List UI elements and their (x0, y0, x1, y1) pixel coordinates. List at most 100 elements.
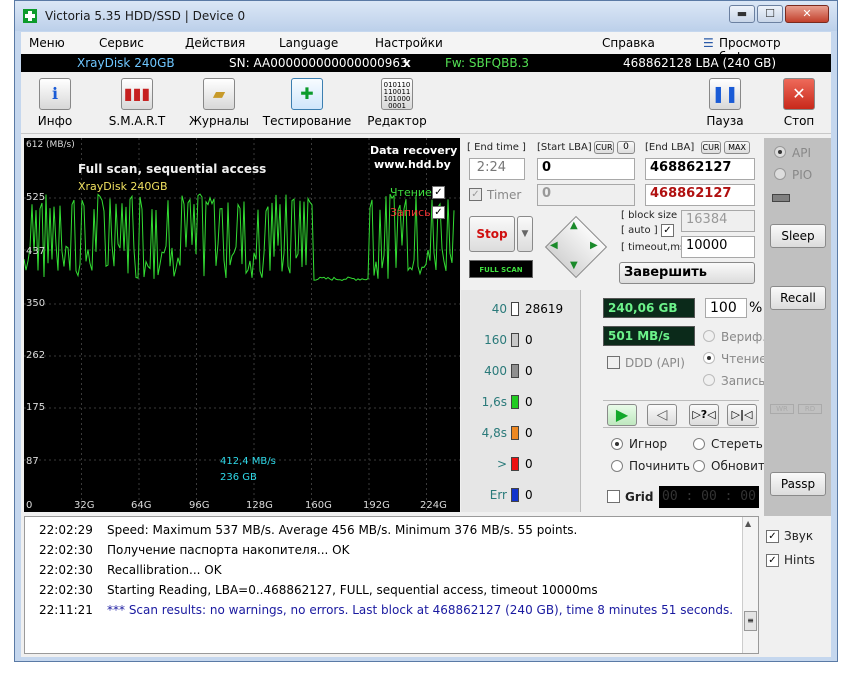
nav-right-icon[interactable]: ▶ (590, 240, 598, 251)
end-cur-button[interactable]: CUR (701, 141, 721, 154)
serial-number: SN: AA000000000000000963 (229, 56, 408, 70)
refresh-radio[interactable] (693, 460, 705, 472)
ddd-checkbox[interactable] (607, 356, 620, 369)
log-message: Получение паспорта накопителя... OK (107, 543, 350, 557)
app-cross-icon (23, 9, 37, 23)
pause-button[interactable]: ❚❚ Пауза (685, 76, 765, 130)
repair-radio[interactable] (611, 460, 623, 472)
device-model: XrayDisk 240GB (77, 56, 175, 70)
end-time-input[interactable]: 2:24 (469, 158, 525, 180)
nav-down-icon[interactable]: ▼ (570, 260, 578, 271)
testing-button[interactable]: ✚ Тестирование (262, 76, 352, 130)
grid-label: Grid (625, 490, 654, 504)
serial-close-x[interactable]: x (403, 56, 411, 70)
pio-radio[interactable] (774, 168, 786, 180)
ignore-radio[interactable] (611, 438, 623, 450)
log-scrollbar[interactable]: ▲ ≡ (742, 517, 758, 653)
histogram-count: 0 (525, 364, 533, 378)
ytick-175: 175 (26, 402, 46, 413)
write-radio[interactable] (703, 374, 715, 386)
hints-checkbox[interactable]: ✓ (766, 554, 779, 567)
log-time: 22:11:21 (39, 603, 93, 617)
editor-button[interactable]: 010110 110011 101000 0001 Редактор (357, 76, 437, 130)
log-entry: 22:02:29 Speed: Maximum 537 MB/s. Average… (39, 523, 577, 537)
editor-label: Редактор (367, 114, 427, 128)
menu-item-settings[interactable]: Настройки (375, 36, 443, 50)
close-button[interactable]: ✕ (785, 5, 829, 23)
buffer-view-icon: ☰ (703, 36, 714, 50)
repair-label: Починить (629, 459, 690, 473)
percent-sign: % (749, 300, 763, 316)
rd-indicator: RD (798, 404, 822, 414)
end-lba-current: 468862127 (645, 184, 755, 206)
menu-item-service[interactable]: Сервис (99, 36, 144, 50)
verify-radio[interactable] (703, 330, 715, 342)
info-button[interactable]: ℹ Инфо (15, 76, 95, 130)
histogram-swatch (511, 457, 519, 471)
minimize-button[interactable]: ▬ (729, 5, 755, 23)
timer-checkbox[interactable]: ✓ (469, 188, 482, 201)
recall-button[interactable]: Recall (770, 286, 826, 310)
grid-checkbox[interactable] (607, 490, 620, 503)
stop-scan-button[interactable]: Stop (469, 216, 515, 252)
window-title: Victoria 5.35 HDD/SSD | Device 0 (45, 9, 246, 23)
sound-checkbox[interactable]: ✓ (766, 530, 779, 543)
sleep-button[interactable]: Sleep (770, 224, 826, 248)
nav-up-icon[interactable]: ▲ (570, 220, 578, 231)
finish-action-select[interactable]: Завершить (619, 262, 755, 284)
maximize-button[interactable]: ☐ (757, 5, 783, 23)
nav-left-icon[interactable]: ◀ (550, 240, 558, 251)
butterfly-icon[interactable]: ▷|◁ (727, 404, 757, 426)
stop-label: Стоп (783, 114, 815, 128)
play-forward-icon[interactable]: ▶ (607, 404, 637, 426)
refresh-label: Обновить (711, 459, 772, 473)
log-message: Starting Reading, LBA=0..468862127, FULL… (107, 583, 598, 597)
write-series-label: Запись (390, 206, 431, 219)
auto-label: [ auto ] (621, 225, 658, 236)
block-size-select[interactable]: 16384 (681, 210, 755, 232)
menu-item-language[interactable]: Language (279, 36, 338, 50)
xtick-32g: 32G (74, 500, 95, 511)
auto-checkbox[interactable]: ✓ (661, 224, 674, 237)
erase-radio[interactable] (693, 438, 705, 450)
histogram-count: 28619 (525, 302, 564, 316)
log-time: 22:02:29 (39, 523, 93, 537)
histogram-row-label: > (496, 457, 507, 471)
play-backward-icon[interactable]: ◁ (647, 404, 677, 426)
stop-dropdown-arrow[interactable]: ▼ (517, 216, 533, 252)
read-series-checkbox[interactable]: ✓ (432, 186, 445, 199)
scroll-up-icon[interactable]: ▲ (745, 519, 751, 528)
logs-button[interactable]: ▰ Журналы (179, 76, 259, 130)
menu-item-menu[interactable]: Меню (29, 36, 65, 50)
passport-button[interactable]: Passp (770, 472, 826, 496)
testing-label: Тестирование (262, 114, 352, 128)
histogram-row-label: 40 (491, 302, 507, 316)
end-max-button[interactable]: MAX (724, 141, 750, 154)
start-lba-input[interactable]: 0 (537, 158, 635, 180)
smart-button[interactable]: ▮▮▮ S.M.A.R.T (97, 76, 177, 130)
end-lba-label: [End LBA] (645, 142, 695, 153)
log-time: 22:02:30 (39, 543, 93, 557)
stop-button[interactable]: ✕ Стоп (759, 76, 839, 130)
menu-item-actions[interactable]: Действия (185, 36, 245, 50)
log-time: 22:02:30 (39, 583, 93, 597)
scroll-thumb[interactable]: ≡ (744, 611, 757, 631)
start-zero-button[interactable]: 0 (617, 141, 635, 154)
write-series-checkbox[interactable]: ✓ (432, 206, 445, 219)
latency-histogram: 40 28619 160 0 400 0 1,6s 0 4,8s 0 >0 Err 0 (461, 290, 581, 512)
log-entry: 22:02:30 Recallibration... OK (39, 563, 222, 577)
timeout-select[interactable]: 10000 (681, 236, 755, 258)
timer-input[interactable]: 0 (537, 184, 635, 206)
read-radio[interactable] (703, 352, 715, 364)
api-label: API (792, 146, 811, 160)
random-seek-icon[interactable]: ▷?◁ (689, 404, 719, 426)
end-lba-input[interactable]: 468862127 (645, 158, 755, 180)
histogram-row-label: 160 (484, 333, 507, 347)
speed-graph: 612 (MB/s) 525 437 350 262 175 87 0 32G … (24, 138, 460, 512)
histogram-row-label: 400 (484, 364, 507, 378)
graph-ymax-label: 612 (MB/s) (26, 140, 75, 150)
api-radio[interactable] (774, 146, 786, 158)
hints-label: Hints (784, 553, 815, 567)
menu-item-help[interactable]: Справка (602, 36, 655, 50)
start-cur-button[interactable]: CUR (594, 141, 614, 154)
